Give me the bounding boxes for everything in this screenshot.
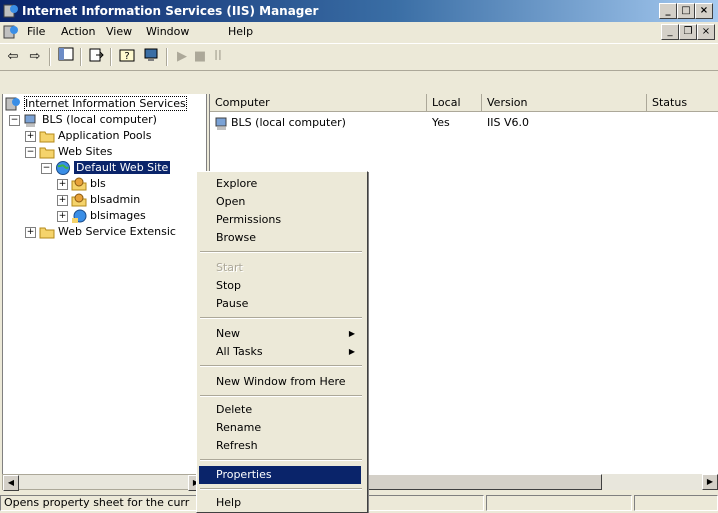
menu-file[interactable]: File (27, 25, 45, 38)
folder-icon (39, 227, 55, 239)
column-header-version[interactable]: Version (482, 94, 647, 112)
context-menu: Explore Open Permissions Browse Start St… (196, 171, 368, 513)
monitor-icon (144, 48, 158, 61)
scroll-right-icon[interactable]: ▶ (702, 474, 718, 490)
title-bar[interactable]: Internet Information Services (IIS) Mana… (0, 0, 718, 22)
expand-icon[interactable]: + (25, 226, 36, 238)
mdi-child-icon[interactable] (3, 24, 19, 40)
status-panel-2 (366, 495, 484, 511)
submenu-arrow-icon: ▶ (348, 347, 355, 356)
submenu-arrow-icon: ▶ (348, 329, 355, 338)
cell-computer: BLS (local computer) (231, 116, 346, 129)
expand-icon[interactable]: + (25, 130, 36, 142)
tree-item-web-service-extensions[interactable]: + Web Service Extensic (25, 224, 176, 240)
menu-window[interactable]: Window (146, 25, 189, 38)
menu-item-all-tasks[interactable]: All Tasks ▶ (199, 343, 361, 361)
scroll-left-icon[interactable]: ◀ (3, 475, 19, 491)
column-header-computer[interactable]: Computer (210, 94, 427, 112)
tree-item-bls[interactable]: − BLS (local computer) (9, 112, 157, 128)
tree-item-application-pools[interactable]: + Application Pools (25, 128, 151, 144)
mdi-restore-button[interactable]: ❐ (679, 24, 697, 40)
iis-app-icon (3, 4, 18, 18)
menu-item-refresh[interactable]: Refresh (199, 437, 361, 455)
console-tree[interactable]: Internet Information Services − BLS (loca… (2, 94, 207, 475)
tree-item-default-web-site[interactable]: − Default Web Site (41, 160, 171, 176)
start-icon[interactable]: ▶ (172, 47, 192, 66)
collapse-icon[interactable]: − (25, 146, 36, 158)
scroll-thumb[interactable] (366, 474, 602, 490)
computer-icon[interactable] (141, 47, 161, 66)
collapse-icon[interactable]: − (9, 114, 20, 126)
close-button[interactable]: × (695, 3, 713, 19)
console-tree-icon (58, 47, 74, 61)
back-arrow-icon[interactable]: ⇦ (3, 47, 23, 66)
menu-item-start[interactable]: Start (199, 259, 361, 277)
menu-item-stop[interactable]: Stop (199, 277, 361, 295)
cell-local: Yes (432, 116, 450, 129)
expand-icon[interactable]: + (57, 194, 68, 206)
gear-folder-icon (71, 177, 87, 191)
show-hide-tree-icon[interactable] (56, 47, 76, 66)
menu-help[interactable]: Help (228, 25, 253, 38)
pause-icon[interactable]: II (208, 47, 228, 66)
computer-icon (215, 117, 227, 130)
tree-horizontal-scrollbar[interactable]: ◀ ▶ (2, 474, 205, 491)
column-header-local[interactable]: Local (427, 94, 482, 112)
gear-folder-icon (71, 193, 87, 207)
computer-icon (24, 114, 36, 127)
toolbar: ⇦ ⇨ ? ▶ ■ II (0, 44, 718, 71)
svg-text:?: ? (124, 51, 129, 62)
expand-icon[interactable]: + (57, 210, 68, 222)
help-question-icon: ? (119, 49, 135, 62)
web-app-icon (72, 209, 87, 223)
tree-item-iis[interactable]: Internet Information Services (5, 96, 187, 112)
menu-item-help[interactable]: Help (199, 494, 361, 512)
menu-view[interactable]: View (106, 25, 132, 38)
menu-bar: File Action View Window Help _ ❐ × (0, 22, 718, 44)
status-panel-3 (486, 495, 632, 511)
maximize-button[interactable]: □ (677, 3, 695, 19)
export-list-icon[interactable] (86, 47, 106, 66)
tree-item-blsimages[interactable]: + blsimages (57, 208, 146, 224)
status-panel-4 (634, 495, 718, 511)
cell-version: IIS V6.0 (487, 116, 529, 129)
menu-action[interactable]: Action (61, 25, 95, 38)
menu-item-new[interactable]: New ▶ (199, 325, 361, 343)
mdi-minimize-button[interactable]: _ (661, 24, 679, 40)
mdi-close-button[interactable]: × (697, 24, 715, 40)
menu-item-new-window[interactable]: New Window from Here (199, 373, 361, 391)
menu-item-delete[interactable]: Delete (199, 401, 361, 419)
minimize-button[interactable]: _ (659, 3, 677, 19)
export-icon (89, 48, 104, 62)
stop-icon[interactable]: ■ (190, 47, 210, 66)
tree-item-blsadmin[interactable]: + blsadmin (57, 192, 140, 208)
menu-item-permissions[interactable]: Permissions (199, 211, 361, 229)
tree-item-web-sites[interactable]: − Web Sites (25, 144, 112, 160)
tree-item-bls-app[interactable]: + bls (57, 176, 106, 192)
help-icon[interactable]: ? (117, 47, 137, 66)
iis-icon (5, 97, 20, 111)
expand-icon[interactable]: + (57, 178, 68, 190)
menu-item-explore[interactable]: Explore (199, 175, 361, 193)
folder-icon (39, 131, 55, 143)
window-title: Internet Information Services (IIS) Mana… (22, 4, 319, 18)
menu-item-browse[interactable]: Browse (199, 229, 361, 247)
folder-icon (39, 147, 55, 159)
forward-arrow-icon[interactable]: ⇨ (25, 47, 45, 66)
menu-item-open[interactable]: Open (199, 193, 361, 211)
menu-item-rename[interactable]: Rename (199, 419, 361, 437)
collapse-icon[interactable]: − (41, 162, 52, 174)
globe-icon (56, 161, 70, 175)
column-header-status[interactable]: Status (647, 94, 718, 112)
list-horizontal-scrollbar[interactable]: ▶ (366, 474, 718, 490)
menu-item-pause[interactable]: Pause (199, 295, 361, 313)
menu-item-properties[interactable]: Properties (199, 466, 361, 484)
